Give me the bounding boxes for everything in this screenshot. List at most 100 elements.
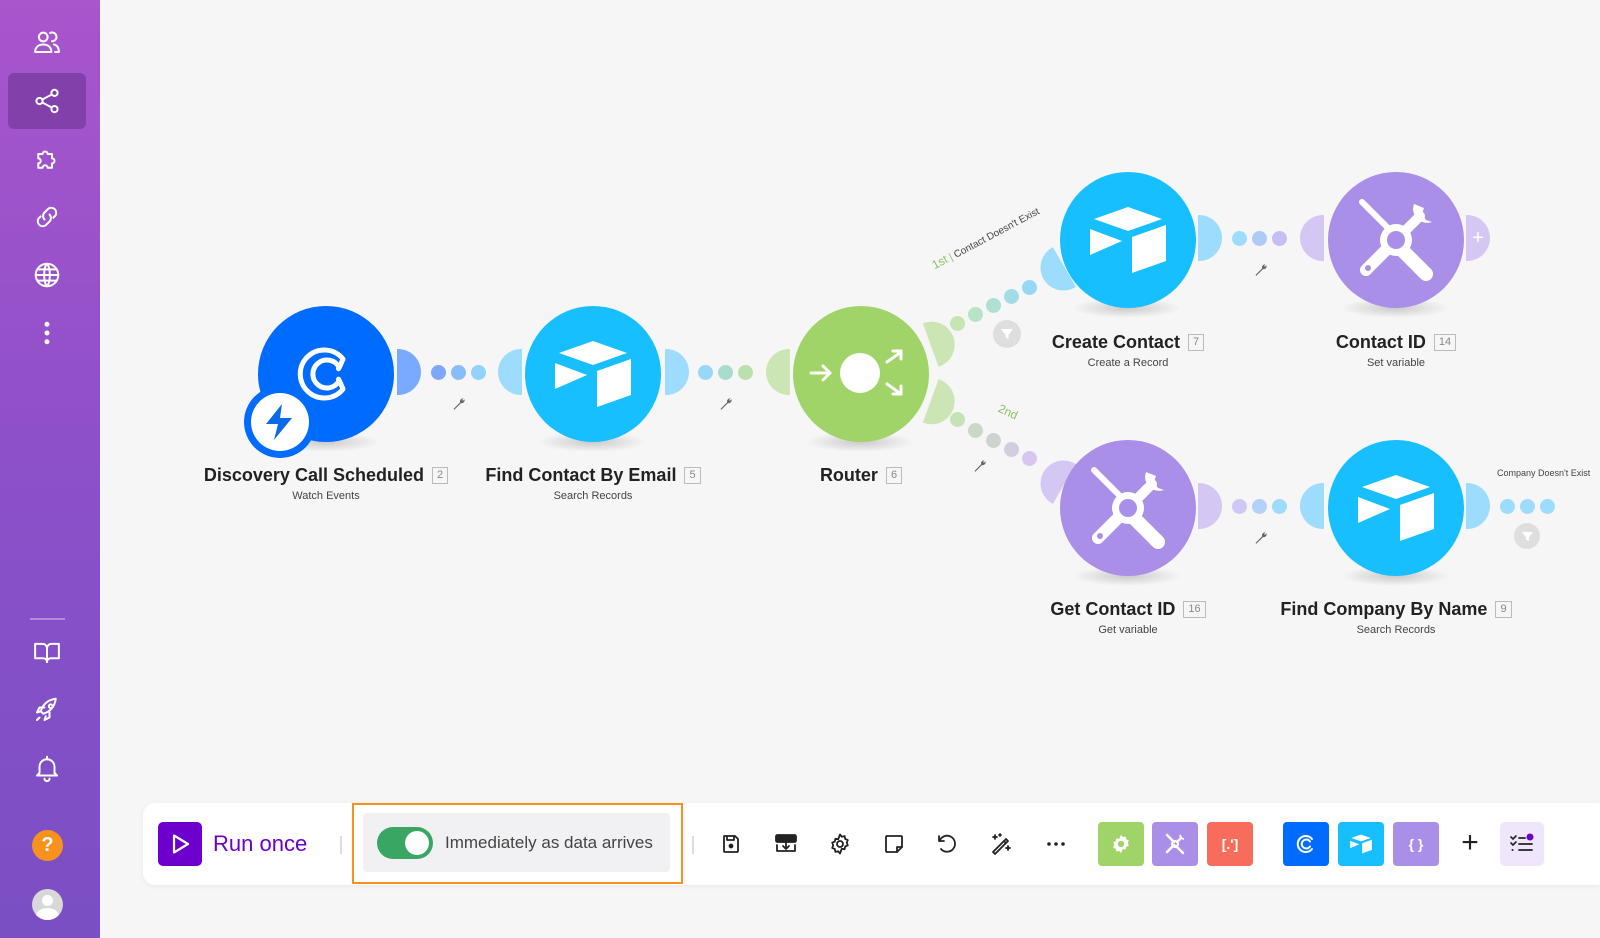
- sidebar: ?: [0, 0, 100, 938]
- module-contact-id[interactable]: [1328, 172, 1464, 308]
- connector-dot: [1004, 289, 1019, 304]
- more-options-button[interactable]: [1041, 829, 1071, 859]
- text-parser-button[interactable]: [.']: [1207, 822, 1253, 866]
- module-title[interactable]: Get Contact ID: [1050, 599, 1175, 620]
- airtable-icon: [555, 341, 631, 407]
- connector-dot: [986, 433, 1001, 448]
- auto-align-button[interactable]: [986, 829, 1016, 859]
- save-button[interactable]: [716, 829, 746, 859]
- connector-dot: [1004, 442, 1019, 457]
- sidebar-item-whats-new[interactable]: [8, 682, 86, 738]
- sidebar-item-docs[interactable]: [8, 624, 86, 680]
- add-module-icon[interactable]: +: [1455, 828, 1485, 859]
- module-title[interactable]: Router: [820, 465, 878, 486]
- module-number: 14: [1433, 334, 1457, 351]
- sidebar-item-scenarios[interactable]: [8, 73, 86, 129]
- gear-icon: [1113, 834, 1129, 854]
- undo-button[interactable]: [932, 829, 962, 859]
- add-module-button[interactable]: +: [1466, 215, 1490, 261]
- json-button[interactable]: { }: [1393, 822, 1439, 866]
- connector-dot: [431, 365, 446, 380]
- connector-handle[interactable]: [1198, 215, 1222, 261]
- sidebar-item-notifications[interactable]: [8, 740, 86, 796]
- users-icon: [34, 31, 60, 53]
- module-create-contact[interactable]: [1060, 172, 1196, 308]
- module-number: 7: [1187, 334, 1205, 351]
- sidebar-item-more[interactable]: [8, 305, 86, 361]
- connector-handle[interactable]: [766, 349, 790, 395]
- lightning-icon: [266, 404, 292, 440]
- notes-button[interactable]: [879, 829, 909, 859]
- airtable-button[interactable]: [1338, 822, 1384, 866]
- module-find-contact-by-email[interactable]: [525, 306, 661, 442]
- scenario-settings-button[interactable]: [825, 829, 855, 859]
- toolbar-divider: [340, 836, 342, 854]
- airtable-icon: [1090, 207, 1166, 273]
- puzzle-icon: [37, 150, 56, 169]
- connector-dot: [1252, 231, 1267, 246]
- connector-handle[interactable]: [1466, 483, 1490, 529]
- connector-dot: [986, 298, 1001, 313]
- connector-dot: [738, 365, 753, 380]
- calendly-icon: [1296, 835, 1313, 853]
- help-icon[interactable]: ?: [32, 830, 63, 861]
- avatar[interactable]: [32, 889, 63, 920]
- rocket-icon: [36, 697, 57, 721]
- connector-handle[interactable]: [665, 349, 689, 395]
- trigger-badge[interactable]: [244, 386, 316, 458]
- module-find-company-by-name[interactable]: [1328, 440, 1464, 576]
- gear-icon: [831, 833, 849, 855]
- filter-label[interactable]: Company Doesn't Exist: [1497, 468, 1590, 478]
- connector-handle[interactable]: [397, 349, 421, 395]
- connector-handle[interactable]: [1300, 483, 1324, 529]
- module-title[interactable]: Contact ID: [1336, 332, 1426, 353]
- scenario-canvas[interactable]: 1st | Contact Doesn't Exist 2nd + Compan…: [100, 0, 1600, 938]
- undo-icon: [938, 834, 956, 853]
- schedule-setting[interactable]: Immediately as data arrives: [363, 813, 670, 872]
- module-subtitle: Search Records: [553, 490, 633, 502]
- module-router[interactable]: [793, 306, 929, 442]
- sidebar-item-templates[interactable]: [8, 131, 86, 187]
- module-subtitle: Set variable: [1366, 357, 1426, 369]
- route-label-2[interactable]: 2nd: [996, 401, 1020, 422]
- sidebar-item-connections[interactable]: [8, 189, 86, 245]
- connector-handle[interactable]: [1198, 483, 1222, 529]
- checklist-button[interactable]: [1500, 822, 1544, 866]
- connector-dot: [1500, 499, 1515, 514]
- schedule-toggle[interactable]: [377, 826, 433, 859]
- connector-dot: [471, 365, 486, 380]
- magic-wand-icon: [992, 833, 1011, 855]
- connector-dot: [1272, 231, 1287, 246]
- play-icon: [172, 834, 190, 854]
- connector-handle[interactable]: [498, 349, 522, 395]
- connector-handle[interactable]: [1300, 215, 1324, 261]
- tools-button[interactable]: [1152, 822, 1198, 866]
- module-title[interactable]: Create Contact: [1052, 332, 1180, 353]
- wrench-icon[interactable]: [718, 396, 734, 412]
- module-get-contact-id[interactable]: [1060, 440, 1196, 576]
- module-number: 9: [1495, 601, 1512, 618]
- filter-icon[interactable]: [1514, 523, 1540, 549]
- connector-dot: [1272, 499, 1287, 514]
- connector-dot: [718, 365, 733, 380]
- flow-control-button[interactable]: [1098, 822, 1144, 866]
- checklist-icon: [1510, 833, 1534, 851]
- wrench-icon[interactable]: [1253, 530, 1269, 546]
- connector-dot: [1520, 499, 1535, 514]
- wrench-icon[interactable]: [1253, 262, 1269, 278]
- wrench-icon[interactable]: [451, 396, 467, 412]
- run-once-button[interactable]: Run once: [158, 822, 307, 866]
- note-icon: [885, 835, 903, 853]
- sidebar-item-webhooks[interactable]: [8, 247, 86, 303]
- calendly-button[interactable]: [1283, 822, 1329, 866]
- connector-dot: [1232, 499, 1247, 514]
- tools-icon: [1091, 467, 1165, 549]
- import-blueprint-button[interactable]: [771, 829, 801, 859]
- route-label-1[interactable]: 1st | Contact Doesn't Exist: [929, 204, 1041, 272]
- module-title[interactable]: Discovery Call Scheduled: [204, 465, 424, 486]
- module-title[interactable]: Find Contact By Email: [485, 465, 676, 486]
- sidebar-item-team[interactable]: [8, 14, 86, 70]
- module-title[interactable]: Find Company By Name: [1280, 599, 1487, 620]
- module-subtitle: Search Records: [1356, 624, 1436, 636]
- airtable-icon: [1358, 475, 1434, 541]
